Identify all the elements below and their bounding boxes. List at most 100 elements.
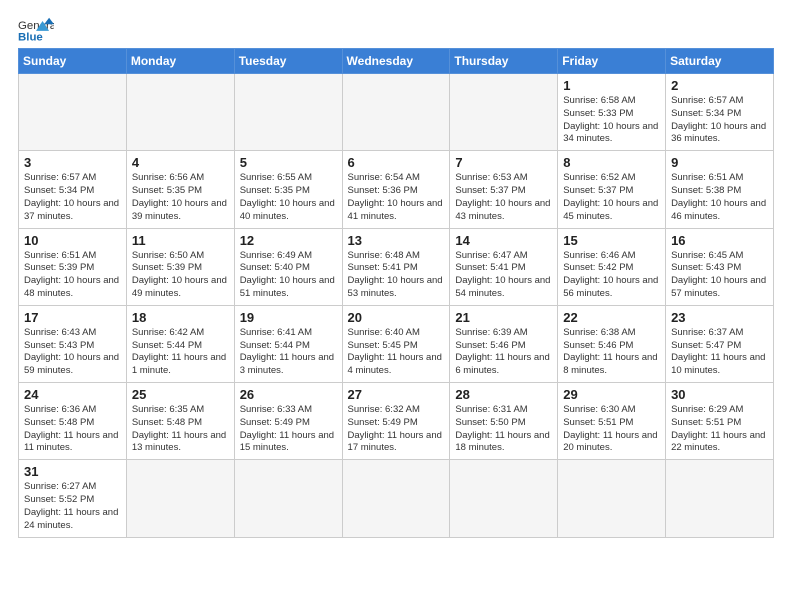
calendar-cell: 18 Sunrise: 6:42 AM Sunset: 5:44 PM Dayli… — [126, 305, 234, 382]
day-info: Sunrise: 6:39 AM Sunset: 5:46 PM Dayligh… — [455, 327, 552, 378]
calendar-cell — [450, 460, 558, 537]
weekday-header-monday: Monday — [126, 49, 234, 74]
calendar-cell — [666, 460, 774, 537]
day-number: 24 — [24, 387, 121, 402]
day-number: 21 — [455, 310, 552, 325]
day-number: 29 — [563, 387, 660, 402]
day-number: 20 — [348, 310, 445, 325]
calendar-cell: 17 Sunrise: 6:43 AM Sunset: 5:43 PM Dayli… — [19, 305, 127, 382]
calendar-table: SundayMondayTuesdayWednesdayThursdayFrid… — [18, 48, 774, 538]
weekday-header-sunday: Sunday — [19, 49, 127, 74]
day-info: Sunrise: 6:46 AM Sunset: 5:42 PM Dayligh… — [563, 250, 660, 301]
day-number: 26 — [240, 387, 337, 402]
calendar-cell: 3 Sunrise: 6:57 AM Sunset: 5:34 PM Daylig… — [19, 151, 127, 228]
day-number: 16 — [671, 233, 768, 248]
day-info: Sunrise: 6:58 AM Sunset: 5:33 PM Dayligh… — [563, 95, 660, 146]
weekday-header-thursday: Thursday — [450, 49, 558, 74]
day-number: 12 — [240, 233, 337, 248]
day-number: 9 — [671, 155, 768, 170]
calendar-cell: 27 Sunrise: 6:32 AM Sunset: 5:49 PM Dayli… — [342, 383, 450, 460]
day-info: Sunrise: 6:48 AM Sunset: 5:41 PM Dayligh… — [348, 250, 445, 301]
day-number: 23 — [671, 310, 768, 325]
day-number: 7 — [455, 155, 552, 170]
day-info: Sunrise: 6:35 AM Sunset: 5:48 PM Dayligh… — [132, 404, 229, 455]
weekday-header-wednesday: Wednesday — [342, 49, 450, 74]
day-info: Sunrise: 6:56 AM Sunset: 5:35 PM Dayligh… — [132, 172, 229, 223]
calendar-cell: 21 Sunrise: 6:39 AM Sunset: 5:46 PM Dayli… — [450, 305, 558, 382]
calendar-cell: 7 Sunrise: 6:53 AM Sunset: 5:37 PM Daylig… — [450, 151, 558, 228]
calendar-cell: 29Sunrise: 6:30 AM Sunset: 5:51 PM Dayli… — [558, 383, 666, 460]
calendar-cell: 26 Sunrise: 6:33 AM Sunset: 5:49 PM Dayli… — [234, 383, 342, 460]
calendar-cell — [19, 74, 127, 151]
day-info: Sunrise: 6:43 AM Sunset: 5:43 PM Dayligh… — [24, 327, 121, 378]
calendar-cell: 5Sunrise: 6:55 AM Sunset: 5:35 PM Daylig… — [234, 151, 342, 228]
day-number: 15 — [563, 233, 660, 248]
day-number: 18 — [132, 310, 229, 325]
calendar-cell: 8 Sunrise: 6:52 AM Sunset: 5:37 PM Daylig… — [558, 151, 666, 228]
day-number: 5 — [240, 155, 337, 170]
day-number: 14 — [455, 233, 552, 248]
day-info: Sunrise: 6:50 AM Sunset: 5:39 PM Dayligh… — [132, 250, 229, 301]
calendar-cell: 25 Sunrise: 6:35 AM Sunset: 5:48 PM Dayli… — [126, 383, 234, 460]
weekday-header-friday: Friday — [558, 49, 666, 74]
day-info: Sunrise: 6:52 AM Sunset: 5:37 PM Dayligh… — [563, 172, 660, 223]
day-info: Sunrise: 6:32 AM Sunset: 5:49 PM Dayligh… — [348, 404, 445, 455]
day-info: Sunrise: 6:27 AM Sunset: 5:52 PM Dayligh… — [24, 481, 121, 532]
calendar-cell: 31 Sunrise: 6:27 AM Sunset: 5:52 PM Dayli… — [19, 460, 127, 537]
calendar-cell — [126, 74, 234, 151]
calendar-cell: 6 Sunrise: 6:54 AM Sunset: 5:36 PM Daylig… — [342, 151, 450, 228]
calendar-cell — [450, 74, 558, 151]
calendar-cell: 12 Sunrise: 6:49 AM Sunset: 5:40 PM Dayli… — [234, 228, 342, 305]
day-info: Sunrise: 6:33 AM Sunset: 5:49 PM Dayligh… — [240, 404, 337, 455]
day-info: Sunrise: 6:53 AM Sunset: 5:37 PM Dayligh… — [455, 172, 552, 223]
calendar-cell: 9 Sunrise: 6:51 AM Sunset: 5:38 PM Daylig… — [666, 151, 774, 228]
day-info: Sunrise: 6:42 AM Sunset: 5:44 PM Dayligh… — [132, 327, 229, 378]
calendar-cell: 11Sunrise: 6:50 AM Sunset: 5:39 PM Dayli… — [126, 228, 234, 305]
calendar-cell — [126, 460, 234, 537]
day-info: Sunrise: 6:31 AM Sunset: 5:50 PM Dayligh… — [455, 404, 552, 455]
calendar-cell: 15 Sunrise: 6:46 AM Sunset: 5:42 PM Dayli… — [558, 228, 666, 305]
day-info: Sunrise: 6:51 AM Sunset: 5:38 PM Dayligh… — [671, 172, 768, 223]
day-number: 4 — [132, 155, 229, 170]
day-number: 3 — [24, 155, 121, 170]
day-info: Sunrise: 6:41 AM Sunset: 5:44 PM Dayligh… — [240, 327, 337, 378]
calendar-cell — [234, 460, 342, 537]
day-info: Sunrise: 6:54 AM Sunset: 5:36 PM Dayligh… — [348, 172, 445, 223]
logo: General Blue — [18, 16, 54, 44]
calendar-cell — [558, 460, 666, 537]
day-number: 22 — [563, 310, 660, 325]
day-number: 13 — [348, 233, 445, 248]
day-number: 25 — [132, 387, 229, 402]
day-number: 19 — [240, 310, 337, 325]
day-number: 6 — [348, 155, 445, 170]
day-number: 8 — [563, 155, 660, 170]
day-number: 30 — [671, 387, 768, 402]
day-info: Sunrise: 6:49 AM Sunset: 5:40 PM Dayligh… — [240, 250, 337, 301]
day-number: 17 — [24, 310, 121, 325]
day-info: Sunrise: 6:57 AM Sunset: 5:34 PM Dayligh… — [24, 172, 121, 223]
calendar-cell: 14 Sunrise: 6:47 AM Sunset: 5:41 PM Dayli… — [450, 228, 558, 305]
calendar-cell — [234, 74, 342, 151]
day-number: 31 — [24, 464, 121, 479]
calendar-cell: 16 Sunrise: 6:45 AM Sunset: 5:43 PM Dayli… — [666, 228, 774, 305]
day-info: Sunrise: 6:47 AM Sunset: 5:41 PM Dayligh… — [455, 250, 552, 301]
calendar-cell: 2 Sunrise: 6:57 AM Sunset: 5:34 PM Daylig… — [666, 74, 774, 151]
day-info: Sunrise: 6:29 AM Sunset: 5:51 PM Dayligh… — [671, 404, 768, 455]
weekday-header-saturday: Saturday — [666, 49, 774, 74]
svg-text:Blue: Blue — [18, 32, 43, 44]
calendar-cell — [342, 74, 450, 151]
day-info: Sunrise: 6:38 AM Sunset: 5:46 PM Dayligh… — [563, 327, 660, 378]
day-info: Sunrise: 6:36 AM Sunset: 5:48 PM Dayligh… — [24, 404, 121, 455]
calendar-cell: 10Sunrise: 6:51 AM Sunset: 5:39 PM Dayli… — [19, 228, 127, 305]
day-number: 27 — [348, 387, 445, 402]
calendar-cell: 4 Sunrise: 6:56 AM Sunset: 5:35 PM Daylig… — [126, 151, 234, 228]
day-number: 1 — [563, 78, 660, 93]
day-info: Sunrise: 6:45 AM Sunset: 5:43 PM Dayligh… — [671, 250, 768, 301]
calendar-cell: 24 Sunrise: 6:36 AM Sunset: 5:48 PM Dayli… — [19, 383, 127, 460]
calendar-cell: 19 Sunrise: 6:41 AM Sunset: 5:44 PM Dayli… — [234, 305, 342, 382]
day-info: Sunrise: 6:57 AM Sunset: 5:34 PM Dayligh… — [671, 95, 768, 146]
day-info: Sunrise: 6:40 AM Sunset: 5:45 PM Dayligh… — [348, 327, 445, 378]
calendar-cell: 22 Sunrise: 6:38 AM Sunset: 5:46 PM Dayli… — [558, 305, 666, 382]
day-info: Sunrise: 6:51 AM Sunset: 5:39 PM Dayligh… — [24, 250, 121, 301]
day-number: 2 — [671, 78, 768, 93]
